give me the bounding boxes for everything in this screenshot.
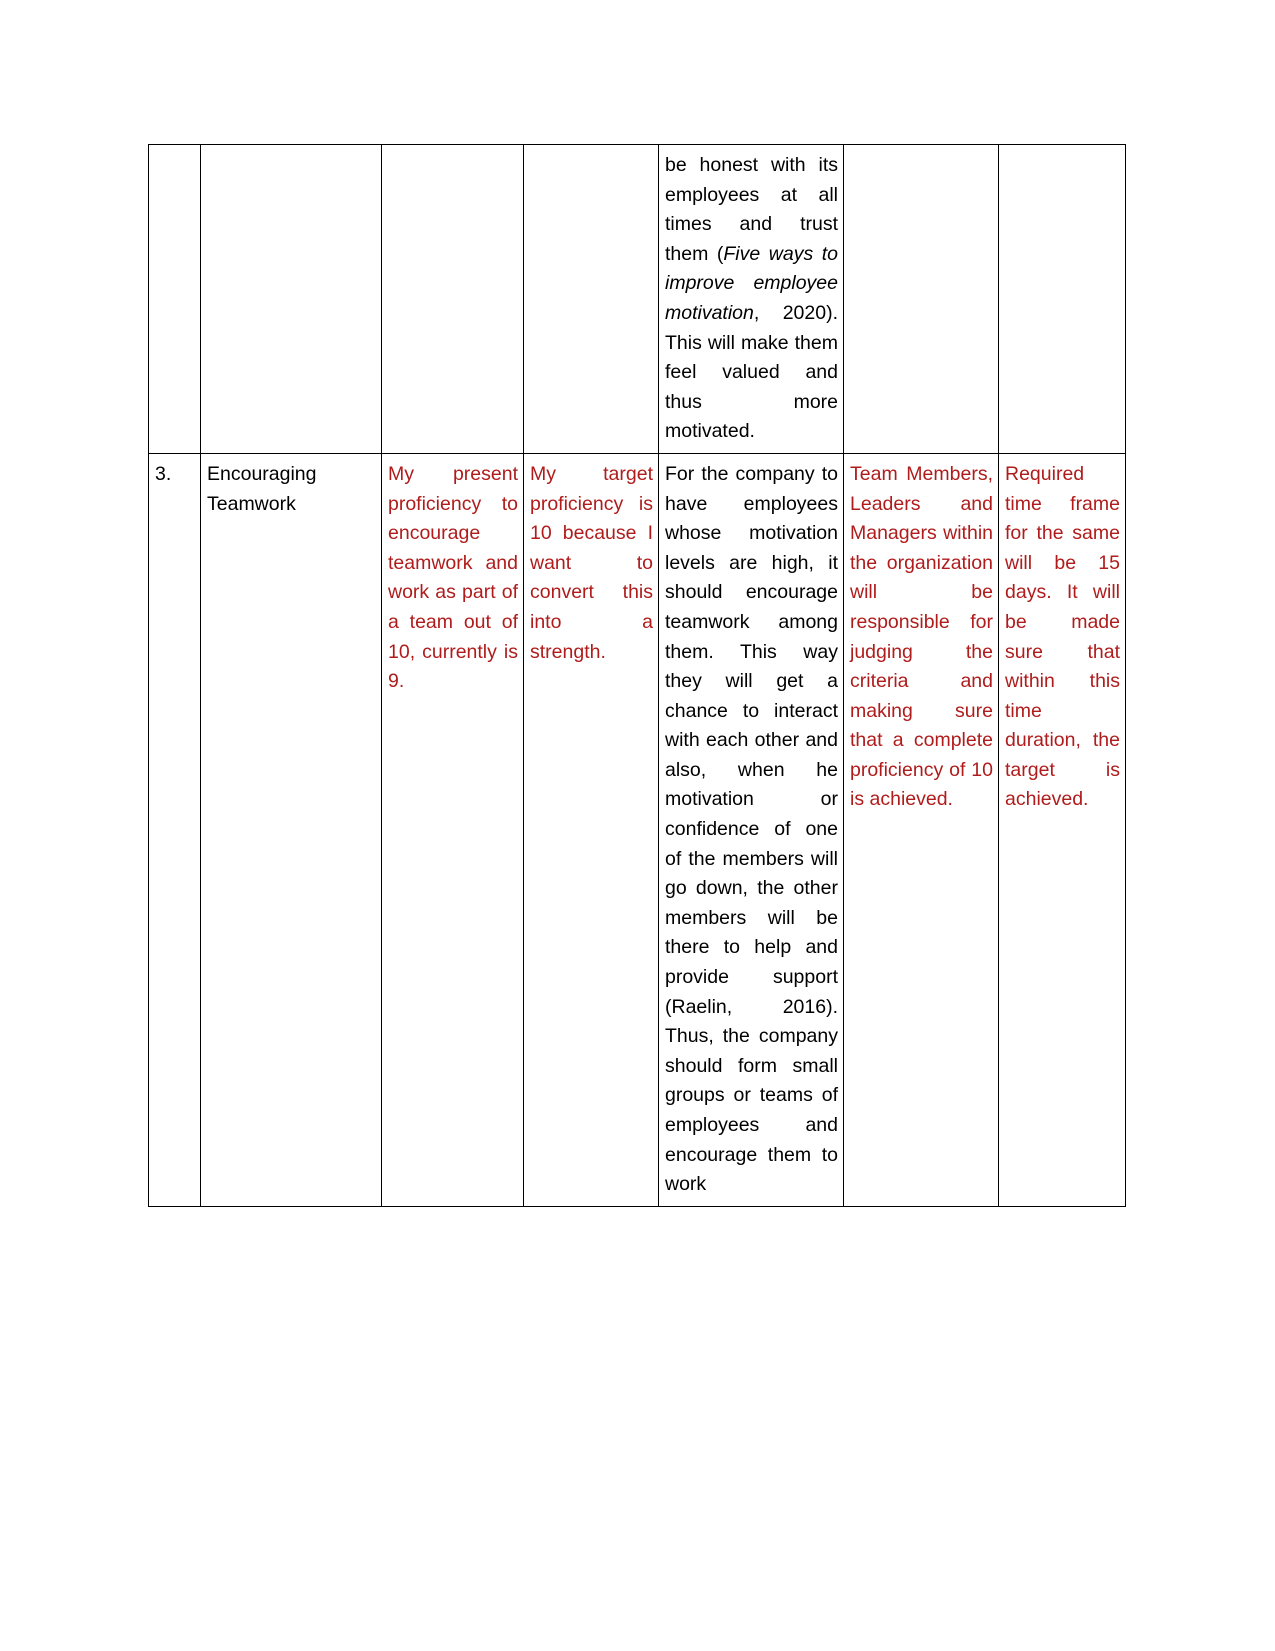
table-row: be honest with its employees at all time… (148, 144, 1126, 454)
cell-row-number: 3. (148, 452, 201, 1207)
development-opportunities-text: For the company to have employees whose … (665, 462, 838, 1196)
present-proficiency-text: My present proficiency to encourage team… (388, 462, 518, 693)
cell-present-proficiency: My present proficiency to encourage team… (381, 452, 524, 1207)
cell-area-continued (200, 144, 382, 454)
cell-development-opportunities: For the company to have employees whose … (658, 452, 844, 1207)
table-row: 3. Encouraging Teamwork My present profi… (148, 452, 1126, 1207)
document-page: be honest with its employees at all time… (0, 0, 1275, 1651)
cell-present-proficiency-continued (381, 144, 524, 454)
development-plan-table: be honest with its employees at all time… (148, 144, 1126, 1207)
cell-development-opportunities-continued: be honest with its employees at all time… (658, 144, 844, 454)
area-label-line-2: Teamwork (207, 492, 296, 515)
resources-text: Team Members, Leaders and Managers withi… (850, 462, 993, 811)
target-proficiency-text: My target proficiency is 10 because I wa… (530, 462, 653, 663)
development-opportunities-paragraph-continued: be honest with its employees at all time… (665, 151, 838, 447)
cell-target-proficiency-continued (523, 144, 659, 454)
time-frame-text: Required time frame for the same will be… (1005, 462, 1120, 811)
cell-time-frame-continued (998, 144, 1126, 454)
area-label-line-1: Encouraging (207, 462, 317, 485)
cell-time-frame: Required time frame for the same will be… (998, 452, 1126, 1207)
cell-target-proficiency: My target proficiency is 10 because I wa… (523, 452, 659, 1207)
cell-area: Encouraging Teamwork (200, 452, 382, 1207)
cell-row-number-continued (148, 144, 201, 454)
row-number-text: 3. (155, 462, 172, 485)
cell-resources-continued (843, 144, 999, 454)
cell-resources: Team Members, Leaders and Managers withi… (843, 452, 999, 1207)
